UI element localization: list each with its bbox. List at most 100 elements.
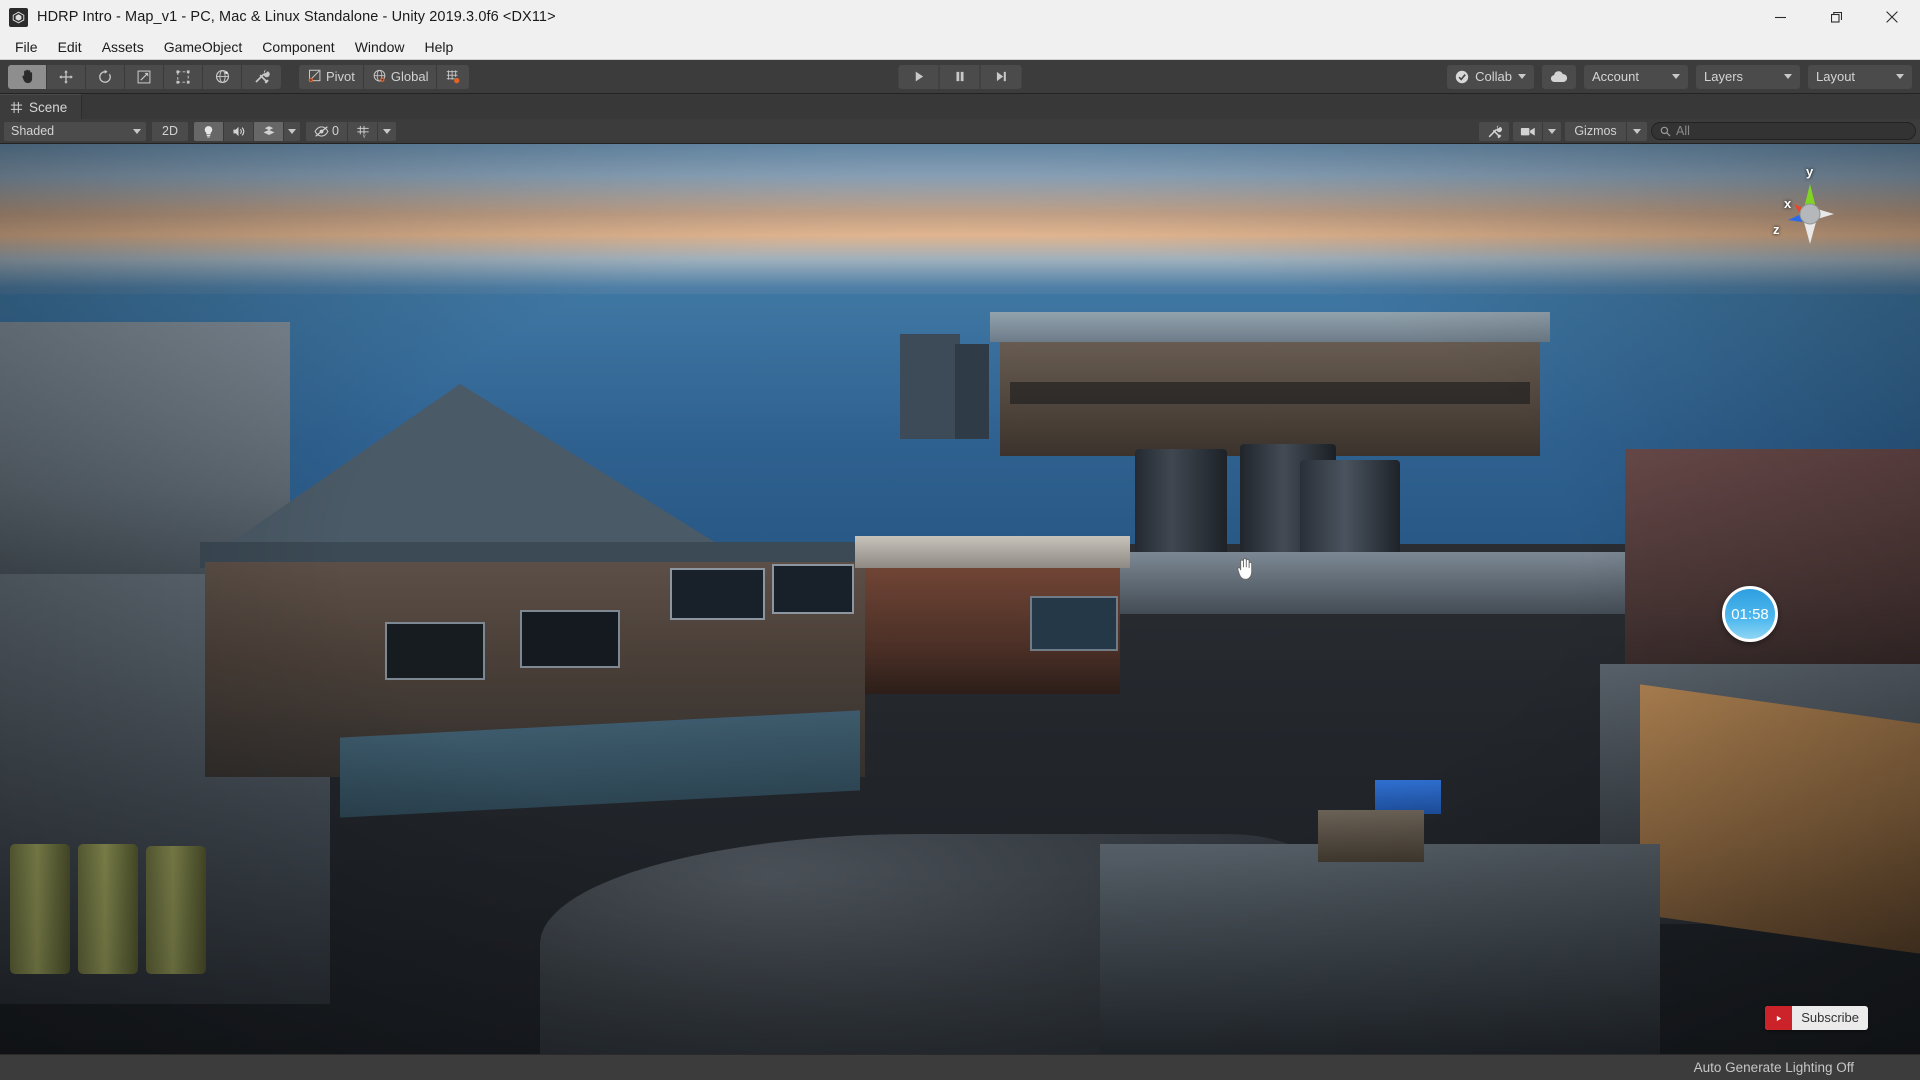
restore-icon[interactable]: [1808, 0, 1864, 34]
camera-icon[interactable]: [1513, 121, 1543, 141]
rotate-tool-button[interactable]: [86, 64, 125, 89]
scene-geometry-center-roof: [855, 536, 1130, 568]
transform-tool-button[interactable]: [203, 64, 242, 89]
tab-strip: Scene: [0, 94, 1920, 119]
speaker-icon[interactable]: [224, 121, 254, 141]
scene-visibility-toggle[interactable]: 0: [306, 121, 348, 141]
layout-label: Layout: [1816, 69, 1856, 84]
scale-tool-button[interactable]: [125, 64, 164, 89]
scene-geometry-warehouse-roof: [990, 312, 1550, 342]
timer-badge: 01:58: [1722, 586, 1778, 642]
gizmos-button[interactable]: Gizmos: [1565, 121, 1627, 141]
effects-icon[interactable]: [254, 121, 284, 141]
close-icon[interactable]: [1864, 0, 1920, 34]
subscribe-label: Subscribe: [1801, 1010, 1859, 1025]
custom-tool-button[interactable]: [242, 64, 281, 89]
rect-transform-tool-button[interactable]: [164, 64, 203, 89]
scene-geometry-barrel: [146, 846, 206, 974]
status-bar: Auto Generate Lighting Off: [0, 1054, 1920, 1080]
scene-geometry-distant: [955, 344, 989, 439]
gizmos-label: Gizmos: [1574, 124, 1617, 138]
chevron-down-icon: [288, 128, 296, 134]
camera-group: [1513, 121, 1561, 141]
sky-backdrop: [0, 144, 1920, 319]
scene-viewport[interactable]: y x z 01:58 Subscribe: [0, 144, 1920, 1054]
move-tool-button[interactable]: [47, 64, 86, 89]
step-icon[interactable]: [980, 64, 1022, 89]
pivot-toggle-button[interactable]: Pivot: [299, 64, 364, 89]
window-controls: [1752, 0, 1920, 34]
grid-dropdown[interactable]: [378, 121, 396, 141]
menu-assets[interactable]: Assets: [92, 36, 154, 58]
draw-mode-dropdown[interactable]: Shaded: [4, 121, 146, 141]
scene-geometry-dock: [1100, 844, 1660, 1054]
pause-icon[interactable]: [939, 64, 981, 89]
scene-toolbar-right: Gizmos All: [1479, 121, 1916, 141]
account-label: Account: [1592, 69, 1639, 84]
toggle-2d-label: 2D: [162, 124, 178, 138]
collab-label: Collab: [1475, 69, 1512, 84]
scene-geometry-window: [520, 610, 620, 668]
scene-geometry-right-building: [1625, 449, 1920, 689]
hidden-object-count: 0: [332, 124, 339, 138]
search-icon: [1660, 126, 1671, 137]
window-title: HDRP Intro - Map_v1 - PC, Mac & Linux St…: [37, 9, 556, 25]
hand-tool-button[interactable]: [8, 64, 47, 89]
scene-view-toolbar: Shaded 2D 0 y Gizmos All: [0, 119, 1920, 144]
menu-component[interactable]: Component: [252, 36, 344, 58]
chevron-down-icon: [1896, 74, 1904, 79]
draw-mode-label: Shaded: [11, 124, 55, 138]
chevron-down-icon: [1548, 128, 1556, 134]
view-toggles-group: 2D: [152, 121, 188, 141]
scene-tools-icon[interactable]: [1479, 121, 1509, 141]
status-message: Auto Generate Lighting Off: [1693, 1060, 1854, 1075]
scene-orientation-gizmo[interactable]: y x z: [1762, 164, 1858, 262]
tab-scene[interactable]: Scene: [0, 94, 83, 119]
cloud-icon[interactable]: [1542, 64, 1576, 89]
handle-space-label: Global: [390, 69, 429, 84]
light-bulb-icon[interactable]: [194, 121, 224, 141]
grid-visibility-icon[interactable]: y: [348, 121, 378, 141]
chevron-down-icon: [1633, 128, 1641, 134]
menu-file[interactable]: File: [5, 36, 48, 58]
toggle-2d-button[interactable]: 2D: [152, 121, 188, 141]
menu-gameobject[interactable]: GameObject: [154, 36, 253, 58]
toolbar-right-group: Collab Account Layers Layout: [1447, 64, 1912, 89]
effects-dropdown[interactable]: [284, 121, 300, 141]
layers-label: Layers: [1704, 69, 1744, 84]
gizmo-axis-y-label: y: [1806, 164, 1814, 179]
layout-button[interactable]: Layout: [1808, 64, 1912, 89]
grid-snap-icon[interactable]: [437, 64, 470, 89]
collab-button[interactable]: Collab: [1447, 64, 1534, 89]
scene-geometry-warehouse-band: [1010, 382, 1530, 404]
gizmo-axis-x-label: x: [1784, 196, 1792, 211]
scene-geometry-distant: [900, 334, 960, 439]
menu-edit[interactable]: Edit: [48, 36, 92, 58]
scene-search-placeholder: All: [1676, 124, 1690, 138]
menu-help[interactable]: Help: [414, 36, 463, 58]
camera-dropdown[interactable]: [1543, 121, 1561, 141]
main-toolbar: Pivot Global Collab Account Layers Layou…: [0, 60, 1920, 94]
pivot-label: Pivot: [326, 69, 355, 84]
subscribe-button[interactable]: Subscribe: [1765, 1006, 1868, 1030]
scene-geometry-barrel: [78, 844, 138, 974]
scene-search-input[interactable]: All: [1651, 122, 1916, 140]
play-icon[interactable]: [898, 64, 940, 89]
playback-controls: [898, 64, 1022, 89]
handle-mode-group: Pivot Global: [299, 64, 470, 89]
gizmos-dropdown[interactable]: [1627, 121, 1647, 141]
scene-geometry-barrel: [10, 844, 70, 974]
gizmos-group: Gizmos: [1565, 121, 1647, 141]
scene-geometry-right-shed-roof: [1640, 684, 1920, 954]
handle-space-button[interactable]: Global: [363, 64, 438, 89]
scene-geometry-window: [385, 622, 485, 680]
minimize-icon[interactable]: [1752, 0, 1808, 34]
scene-fx-group: [194, 121, 300, 141]
scene-geometry-window: [670, 568, 765, 620]
scene-geometry-window: [772, 564, 854, 614]
scene-geometry-crate: [1375, 780, 1441, 814]
menu-window[interactable]: Window: [345, 36, 415, 58]
chevron-down-icon: [1672, 74, 1680, 79]
layers-button[interactable]: Layers: [1696, 64, 1800, 89]
account-button[interactable]: Account: [1584, 64, 1688, 89]
